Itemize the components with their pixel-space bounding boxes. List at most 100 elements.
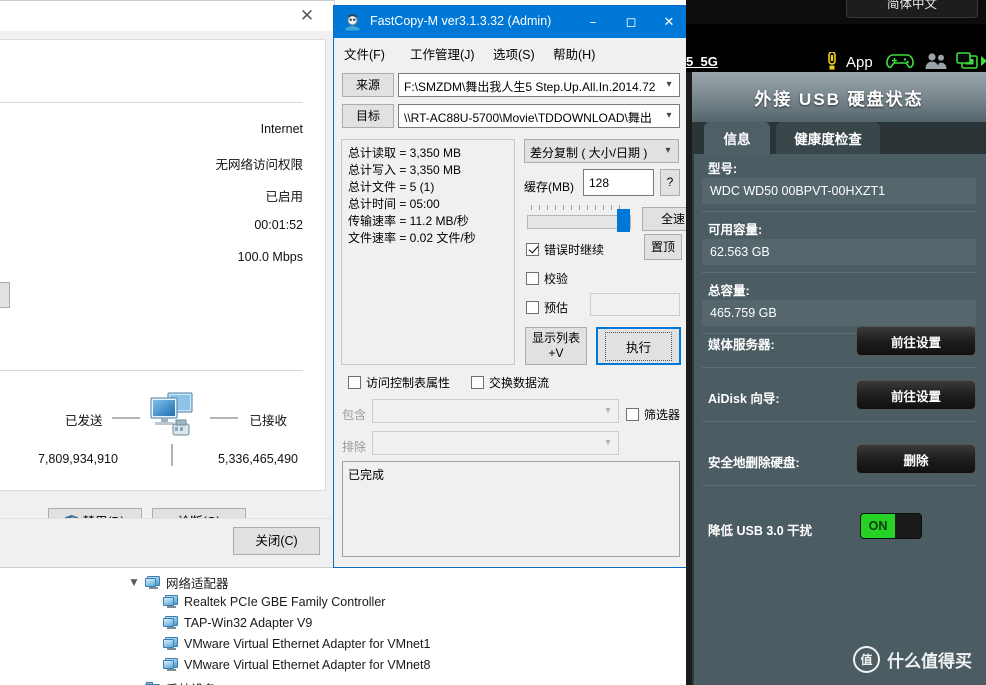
copy-mode-combo[interactable]: 差分复制 ( 大小/日期 ) ▾ (524, 139, 679, 163)
language-button[interactable]: 简体中文 (846, 0, 978, 18)
checkbox-box[interactable] (626, 408, 639, 421)
chevron-down-icon[interactable]: ▼ (128, 578, 140, 588)
field-value-total: 465.759 GB (702, 300, 976, 326)
target-label-button[interactable]: 目标 (342, 104, 394, 128)
received-connector (210, 417, 238, 419)
sent-value: 7,809,934,910 (38, 452, 118, 466)
stat-total-read: 总计读取 = 3,350 MB (348, 146, 462, 160)
target-path-combo[interactable]: \\RT-AC88U-5700\Movie\TDDOWNLOAD\舞出 ▾ (398, 104, 680, 128)
ethernet-status-dialog: 状态 ✕ 连接 IPv4 连接: Internet IPv6 连接: 无网络访问… (0, 0, 335, 568)
execute-button[interactable]: 执行 (596, 327, 681, 365)
chevron-down-icon[interactable]: ▾ (663, 110, 675, 122)
action-label-aidisk: AiDisk 向导: (708, 392, 780, 406)
tree-group-label: 网络适配器 (166, 577, 229, 591)
include-combo[interactable]: ▾ (372, 399, 619, 423)
notification-icon[interactable] (825, 52, 839, 70)
acl-checkbox[interactable]: 访问控制表属性 (348, 374, 450, 391)
acl-label: 访问控制表属性 (366, 376, 451, 390)
source-path-combo[interactable]: F:\SMZDM\舞出我人生5 Step.Up.All.In.2014.72 ▾ (398, 73, 680, 97)
list-item[interactable]: VMware Virtual Ethernet Adapter for VMne… (163, 637, 430, 651)
checkbox-box[interactable] (471, 376, 484, 389)
row-value: 100.0 Mbps (237, 250, 303, 264)
menu-file[interactable]: 文件(F) (340, 42, 389, 65)
page-title: 外接 USB 硬盘状态 (754, 89, 924, 109)
aidisk-wizard-button[interactable]: 前往设置 (856, 380, 976, 410)
list-item-label: TAP-Win32 Adapter V9 (184, 616, 313, 630)
menu-help[interactable]: 帮助(H) (549, 42, 599, 65)
divider (702, 367, 976, 368)
tab-health-check[interactable]: 健康度检查 (776, 122, 880, 154)
network-adapter-icon (163, 637, 179, 651)
source-label-button[interactable]: 来源 (342, 73, 394, 97)
help-button[interactable]: ? (660, 169, 680, 196)
activity-separator (171, 444, 173, 466)
usb3-interference-toggle[interactable]: ON (860, 513, 922, 539)
sent-label: 已发送 (65, 414, 103, 428)
menu-job-management[interactable]: 工作管理(J) (406, 42, 479, 65)
log-output[interactable]: 已完成 (342, 461, 680, 557)
usb-device-icon[interactable] (956, 52, 978, 70)
close-icon[interactable]: ✕ (650, 6, 688, 38)
network-activity-icon (150, 392, 193, 436)
filter-label: 筛选器 (644, 408, 681, 422)
estimate-checkbox[interactable]: 预估 (526, 299, 568, 316)
menu-options[interactable]: 选项(S) (489, 42, 539, 65)
close-icon[interactable]: ✕ (290, 4, 324, 28)
maximize-icon[interactable]: ◻ (612, 6, 650, 38)
checkbox-box[interactable] (526, 272, 539, 285)
close-button[interactable]: 关闭(C) (233, 527, 320, 555)
divider (0, 370, 303, 371)
list-item[interactable]: Realtek PCIe GBE Family Controller (163, 595, 385, 609)
field-label-total: 总容量: (708, 284, 750, 298)
action-label-media-server: 媒体服务器: (708, 338, 775, 352)
buffer-input[interactable]: 128 (583, 169, 654, 196)
source-path-text: F:\SMZDM\舞出我人生5 Step.Up.All.In.2014.72 (404, 80, 656, 94)
statistics-pane: 总计读取 = 3,350 MB 总计写入 = 3,350 MB 总计文件 = 5… (341, 139, 515, 365)
checkbox-box[interactable] (348, 376, 361, 389)
chevron-down-icon[interactable]: ▾ (602, 437, 614, 449)
list-item[interactable]: TAP-Win32 Adapter V9 (163, 616, 312, 630)
continue-on-error-checkbox[interactable]: 错误时继续 (526, 241, 604, 258)
app-label[interactable]: App (846, 54, 873, 71)
ssid-label[interactable]: 5_5G (686, 54, 718, 69)
minimize-icon[interactable]: – (574, 6, 612, 38)
verify-checkbox[interactable]: 校验 (526, 270, 568, 287)
dialog-body: 连接 IPv4 连接: Internet IPv6 连接: 无网络访问权限 媒体… (0, 31, 334, 567)
field-value-model: WDC WD50 00BPVT-00HXZT1 (702, 178, 976, 204)
tree-group-system-devices[interactable]: ▶ 系统设备 (128, 679, 216, 685)
tab-info[interactable]: 信息 (704, 122, 770, 154)
chevron-down-icon[interactable]: ▾ (602, 405, 614, 417)
estimate-label: 预估 (544, 301, 569, 315)
execute-button-label: 执行 (604, 331, 672, 361)
toggle-label: 降低 USB 3.0 干扰 (708, 524, 813, 538)
game-boost-icon[interactable] (886, 52, 914, 70)
details-button[interactable]: 详细信息(E)... (0, 282, 10, 308)
tree-group-network-adapters[interactable]: ▼ 网络适配器 (128, 573, 229, 592)
list-item[interactable]: VMware Virtual Ethernet Adapter for VMne… (163, 658, 430, 672)
network-adapter-icon (163, 658, 179, 672)
topmost-button[interactable]: 置顶 (644, 234, 682, 260)
show-list-button[interactable]: 显示列表 +V (525, 327, 587, 365)
chevron-down-icon[interactable]: ▾ (663, 79, 675, 91)
divider (702, 211, 976, 212)
row-value: 00:01:52 (254, 218, 303, 232)
family-group-icon[interactable] (924, 52, 948, 70)
checkbox-box[interactable] (526, 301, 539, 314)
dialog-titlebar: 状态 ✕ (0, 1, 334, 31)
media-server-settings-button[interactable]: 前往设置 (856, 326, 976, 356)
safely-remove-disk-button[interactable]: 删除 (856, 444, 976, 474)
filter-checkbox[interactable]: 筛选器 (626, 406, 680, 423)
checkbox-box[interactable] (526, 243, 539, 256)
speed-slider-thumb[interactable] (617, 209, 630, 232)
copy-mode-text: 差分复制 ( 大小/日期 ) (530, 146, 648, 160)
altstream-checkbox[interactable]: 交换数据流 (471, 374, 549, 391)
buffer-label: 缓存(MB) (524, 180, 574, 194)
divider (702, 421, 976, 422)
verify-label: 校验 (544, 272, 569, 286)
divider (0, 102, 303, 103)
chevron-down-icon[interactable]: ▾ (662, 145, 674, 157)
exclude-combo[interactable]: ▾ (372, 431, 619, 455)
altstream-label: 交换数据流 (489, 376, 550, 390)
speed-slider-track[interactable] (527, 215, 631, 229)
arrow-right-icon[interactable] (980, 52, 986, 70)
